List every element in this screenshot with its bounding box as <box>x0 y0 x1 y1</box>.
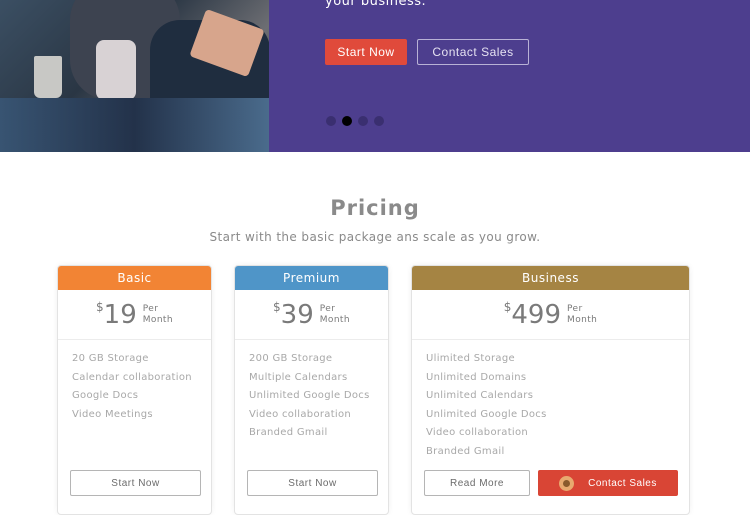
chat-icon <box>559 475 575 491</box>
price-amount: 19 <box>103 299 137 330</box>
price-period: Month <box>567 314 598 325</box>
price-currency: $ <box>273 300 281 314</box>
feature-item: Video Meetings <box>72 408 153 420</box>
plan-price: $ 499 Per Month <box>412 290 689 340</box>
premium-start-now-button[interactable]: Start Now <box>247 470 378 496</box>
feature-item: Unlimited Calendars <box>426 390 534 402</box>
plan-price: $ 39 Per Month <box>235 290 388 340</box>
price-currency: $ <box>503 300 512 314</box>
feature-list: 200 GB Storage Multiple Calendars Unlimi… <box>235 340 388 443</box>
feature-item: Unlimited Google Docs <box>426 408 547 420</box>
plan-price: $ 19 Per Month <box>58 290 211 340</box>
pricing-subtitle: Start with the basic package ans scale a… <box>209 230 541 244</box>
feature-item: Video collaboration <box>426 427 529 439</box>
plan-card-premium: Premium $ 39 Per Month 200 GB Storage Mul… <box>234 265 389 515</box>
feature-item: Multiple Calendars <box>249 371 348 383</box>
feature-item: Unlimited Domains <box>426 371 527 383</box>
plan-name: Basic <box>58 266 211 290</box>
feature-list: 20 GB Storage Calendar collaboration Goo… <box>58 340 211 424</box>
price-period: Month <box>142 314 173 325</box>
price-amount: 499 <box>511 299 562 330</box>
feature-item: Google Docs <box>72 390 139 402</box>
carousel-dot-2[interactable] <box>342 116 352 126</box>
plan-card-basic: Basic $ 19 Per Month 20 GB Storage Calend… <box>57 265 212 515</box>
feature-item: Unlimited Google Docs <box>249 390 370 402</box>
price-per: Per <box>142 303 159 314</box>
price-amount: 39 <box>280 299 314 330</box>
plan-card-business: Business $ 499 Per Month Ulimited Storage… <box>411 265 690 515</box>
price-per: Per <box>567 303 583 314</box>
feature-item: Branded Gmail <box>426 445 505 457</box>
contact-sales-label: Contact Sales <box>588 477 657 489</box>
feature-item: Branded Gmail <box>249 427 328 439</box>
carousel-dot-4[interactable] <box>374 116 384 126</box>
feature-list: Ulimited Storage Unlimited Domains Unlim… <box>412 340 689 462</box>
pricing-title: Pricing <box>330 196 420 220</box>
plan-name: Business <box>412 266 689 290</box>
carousel-dot-1[interactable] <box>326 116 336 126</box>
business-contact-sales-button[interactable]: Contact Sales <box>538 470 678 496</box>
feature-item: Ulimited Storage <box>426 353 515 364</box>
contact-sales-button[interactable]: Contact Sales <box>417 39 529 65</box>
feature-item: Video collaboration <box>249 408 352 420</box>
price-currency: $ <box>96 300 104 314</box>
feature-item: 20 GB Storage <box>72 353 149 364</box>
feature-item: Calendar collaboration <box>72 371 192 383</box>
start-now-button[interactable]: Start Now <box>325 39 407 65</box>
price-per: Per <box>319 303 336 314</box>
hero-banner: your business. Start Now Contact Sales <box>0 0 750 152</box>
carousel-dot-3[interactable] <box>358 116 368 126</box>
price-period: Month <box>319 314 350 325</box>
plan-name: Premium <box>235 266 388 290</box>
hero-tagline: your business. <box>325 0 427 9</box>
carousel-dots <box>326 116 384 126</box>
hero-photo <box>0 0 269 152</box>
read-more-button[interactable]: Read More <box>424 470 530 496</box>
feature-item: 200 GB Storage <box>249 353 333 364</box>
basic-start-now-button[interactable]: Start Now <box>70 470 201 496</box>
